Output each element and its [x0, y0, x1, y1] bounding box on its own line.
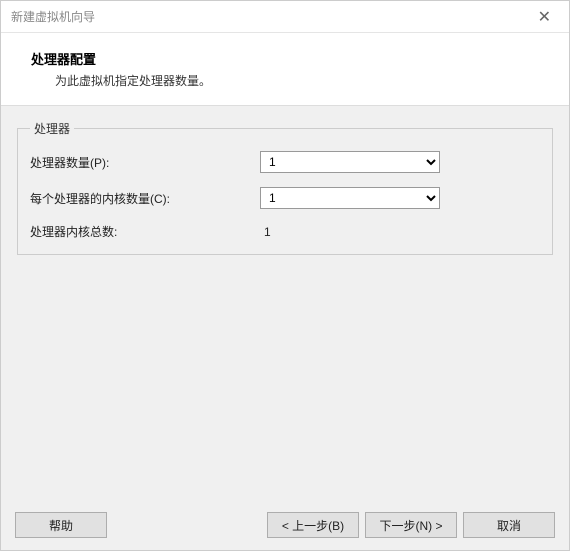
window-title: 新建虚拟机向导	[11, 8, 95, 25]
help-button[interactable]: 帮助	[15, 512, 107, 538]
back-button[interactable]: < 上一步(B)	[267, 512, 359, 538]
cores-per-processor-select[interactable]: 1	[260, 187, 440, 209]
cancel-button[interactable]: 取消	[463, 512, 555, 538]
total-cores-label: 处理器内核总数:	[30, 223, 260, 240]
processor-fieldset: 处理器 处理器数量(P): 1 每个处理器的内核数量(C): 1 处理器内核总数…	[17, 120, 553, 255]
next-button[interactable]: 下一步(N) >	[365, 512, 457, 538]
processor-count-label: 处理器数量(P):	[30, 154, 260, 171]
total-cores-value: 1	[260, 225, 271, 239]
page-title: 处理器配置	[31, 49, 549, 68]
processor-count-select[interactable]: 1	[260, 151, 440, 173]
close-icon[interactable]: ✕	[530, 5, 559, 29]
wizard-footer: 帮助 < 上一步(B) 下一步(N) > 取消	[1, 500, 569, 550]
page-subtitle: 为此虚拟机指定处理器数量。	[55, 72, 549, 89]
processor-count-row: 处理器数量(P): 1	[30, 151, 540, 173]
fieldset-legend: 处理器	[30, 120, 74, 137]
cores-per-processor-row: 每个处理器的内核数量(C): 1	[30, 187, 540, 209]
titlebar: 新建虚拟机向导 ✕	[1, 1, 569, 33]
content-area: 处理器 处理器数量(P): 1 每个处理器的内核数量(C): 1 处理器内核总数…	[1, 106, 569, 500]
cores-per-processor-label: 每个处理器的内核数量(C):	[30, 190, 260, 207]
wizard-header: 处理器配置 为此虚拟机指定处理器数量。	[1, 33, 569, 106]
total-cores-row: 处理器内核总数: 1	[30, 223, 540, 240]
